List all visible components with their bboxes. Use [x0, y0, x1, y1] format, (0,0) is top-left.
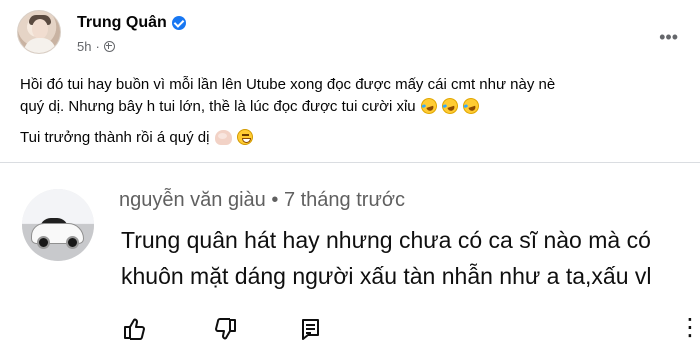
- laughing-emoji: [461, 95, 482, 117]
- post-line-2-text: quý dị. Nhưng bây h tui lớn, thề là lúc …: [20, 98, 416, 115]
- avatar-face: [32, 19, 48, 39]
- post-author-name[interactable]: Trung Quân: [77, 14, 167, 32]
- globe-icon[interactable]: [103, 41, 115, 52]
- car-wheel: [37, 236, 50, 249]
- dislike-icon-svg: [215, 318, 236, 340]
- commenter-name[interactable]: nguyễn văn giàu: [119, 189, 266, 211]
- commenter-avatar[interactable]: [22, 189, 94, 261]
- comment-time[interactable]: 7 tháng trước: [284, 189, 405, 211]
- post-text: Hồi đó tui hay buồn vì mỗi lần lên Utube…: [20, 74, 695, 149]
- author-avatar[interactable]: [17, 10, 61, 54]
- like-icon-svg: [124, 318, 145, 340]
- post-author-row: Trung Quân: [77, 14, 186, 32]
- post-line-1: Hồi đó tui hay buồn vì mỗi lần lên Utube…: [20, 76, 556, 93]
- car-wheel: [66, 236, 79, 249]
- comment-line-1: Trung quân hát hay nhưng chưa có ca sĩ n…: [121, 227, 651, 253]
- comment-actions: ⋮: [120, 315, 700, 343]
- comment-line-2: khuôn mặt dáng người xấu tàn nhẫn như a …: [121, 263, 652, 289]
- post-line-2: quý dị. Nhưng bây h tui lớn, thề là lúc …: [20, 95, 695, 118]
- more-vertical-icon[interactable]: ⋮: [676, 315, 700, 343]
- post-line-3: Tui trưởng thành rồi á quý dị: [20, 127, 695, 149]
- dislike-icon[interactable]: [212, 315, 240, 343]
- comment-text: Trung quân hát hay nhưng chưa có ca sĩ n…: [121, 222, 691, 294]
- verified-icon: [171, 16, 186, 30]
- comment-meta-separator: •: [271, 189, 279, 211]
- more-menu-icon[interactable]: •••: [659, 27, 678, 48]
- flexed-biceps-emoji: [214, 130, 232, 145]
- reply-icon-svg: [302, 319, 319, 340]
- avatar-clothing: [24, 38, 56, 53]
- post-meta: 5h ·: [77, 39, 115, 54]
- youtube-comment: nguyễn văn giàu • 7 tháng trước Trung qu…: [0, 163, 700, 360]
- laughing-emoji: [418, 95, 439, 117]
- like-icon[interactable]: [120, 315, 148, 343]
- laughing-emoji: [439, 95, 461, 117]
- post-line-3-text: Tui trưởng thành rồi á quý dị: [20, 129, 210, 146]
- reply-icon[interactable]: [296, 315, 324, 343]
- meta-separator: ·: [95, 39, 100, 54]
- post-time[interactable]: 5h: [77, 39, 91, 54]
- comment-meta: nguyễn văn giàu • 7 tháng trước: [119, 189, 405, 212]
- grinning-emoji: [236, 129, 253, 145]
- facebook-post: Trung Quân 5h · ••• Hồi đó tui hay buồn …: [0, 0, 700, 162]
